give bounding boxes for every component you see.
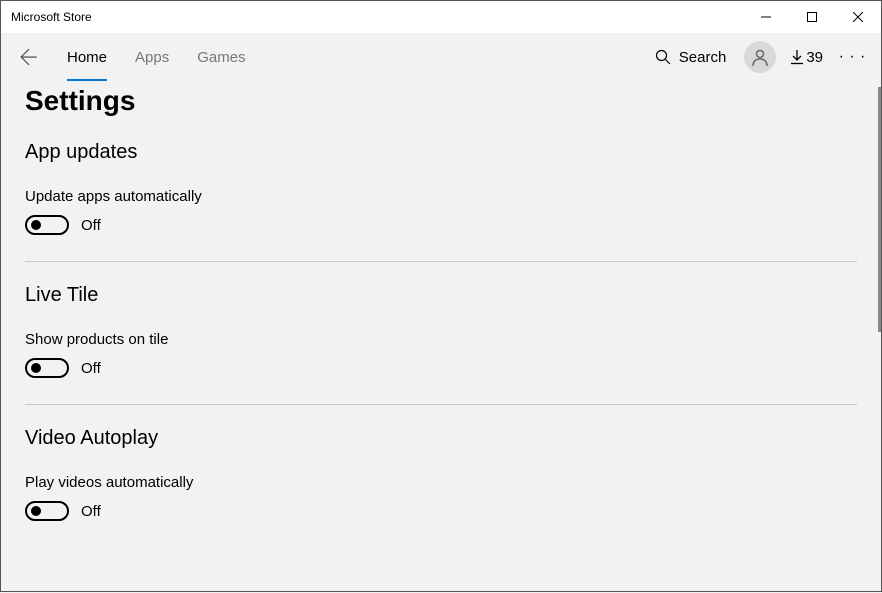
downloads-button[interactable]: 39: [784, 43, 829, 72]
user-avatar[interactable]: [744, 41, 776, 73]
setting-label: Update apps automatically: [25, 188, 857, 205]
toggle-row: Off: [25, 501, 857, 521]
scrollbar[interactable]: [878, 87, 881, 332]
nav-tabs: Home Apps Games: [53, 33, 260, 81]
back-button[interactable]: [9, 33, 49, 81]
downloads-count: 39: [806, 49, 823, 66]
navbar-right: Search 39 · · ·: [645, 37, 873, 77]
tab-apps-label: Apps: [135, 49, 169, 66]
tab-home[interactable]: Home: [53, 33, 121, 81]
close-button[interactable]: [835, 1, 881, 33]
maximize-icon: [807, 12, 817, 22]
tab-apps[interactable]: Apps: [121, 33, 183, 81]
section-title: Live Tile: [25, 284, 857, 307]
tab-games[interactable]: Games: [183, 33, 259, 81]
window-title: Microsoft Store: [11, 10, 92, 24]
toggle-row: Off: [25, 358, 857, 378]
section-title: Video Autoplay: [25, 427, 857, 450]
toggle-row: Off: [25, 215, 857, 235]
navbar-left: Home Apps Games: [9, 33, 260, 81]
close-icon: [853, 12, 863, 22]
navbar: Home Apps Games Search 39: [1, 33, 881, 81]
section-live-tile: Live Tile Show products on tile Off: [25, 284, 857, 405]
window-controls: [743, 1, 881, 33]
section-video-autoplay: Video Autoplay Play videos automatically…: [25, 427, 857, 547]
setting-label: Play videos automatically: [25, 474, 857, 491]
toggle-update-apps[interactable]: [25, 215, 69, 235]
tab-home-label: Home: [67, 49, 107, 66]
toggle-knob: [31, 220, 41, 230]
minimize-icon: [761, 12, 771, 22]
toggle-knob: [31, 363, 41, 373]
tab-games-label: Games: [197, 49, 245, 66]
maximize-button[interactable]: [789, 1, 835, 33]
toggle-video-autoplay[interactable]: [25, 501, 69, 521]
titlebar: Microsoft Store: [1, 1, 881, 33]
toggle-state-label: Off: [81, 360, 101, 377]
more-button[interactable]: · · ·: [833, 37, 873, 77]
search-label: Search: [679, 49, 727, 66]
minimize-button[interactable]: [743, 1, 789, 33]
download-icon: [790, 49, 804, 65]
content-area: Settings App updates Update apps automat…: [1, 81, 881, 593]
search-icon: [655, 49, 671, 65]
page-title: Settings: [25, 85, 857, 117]
section-app-updates: App updates Update apps automatically Of…: [25, 141, 857, 262]
person-icon: [750, 47, 770, 67]
section-title: App updates: [25, 141, 857, 164]
toggle-live-tile[interactable]: [25, 358, 69, 378]
ellipsis-icon: · · ·: [839, 48, 868, 66]
toggle-state-label: Off: [81, 217, 101, 234]
toggle-knob: [31, 506, 41, 516]
back-arrow-icon: [20, 48, 38, 66]
search-button[interactable]: Search: [645, 43, 737, 72]
setting-label: Show products on tile: [25, 331, 857, 348]
toggle-state-label: Off: [81, 503, 101, 520]
